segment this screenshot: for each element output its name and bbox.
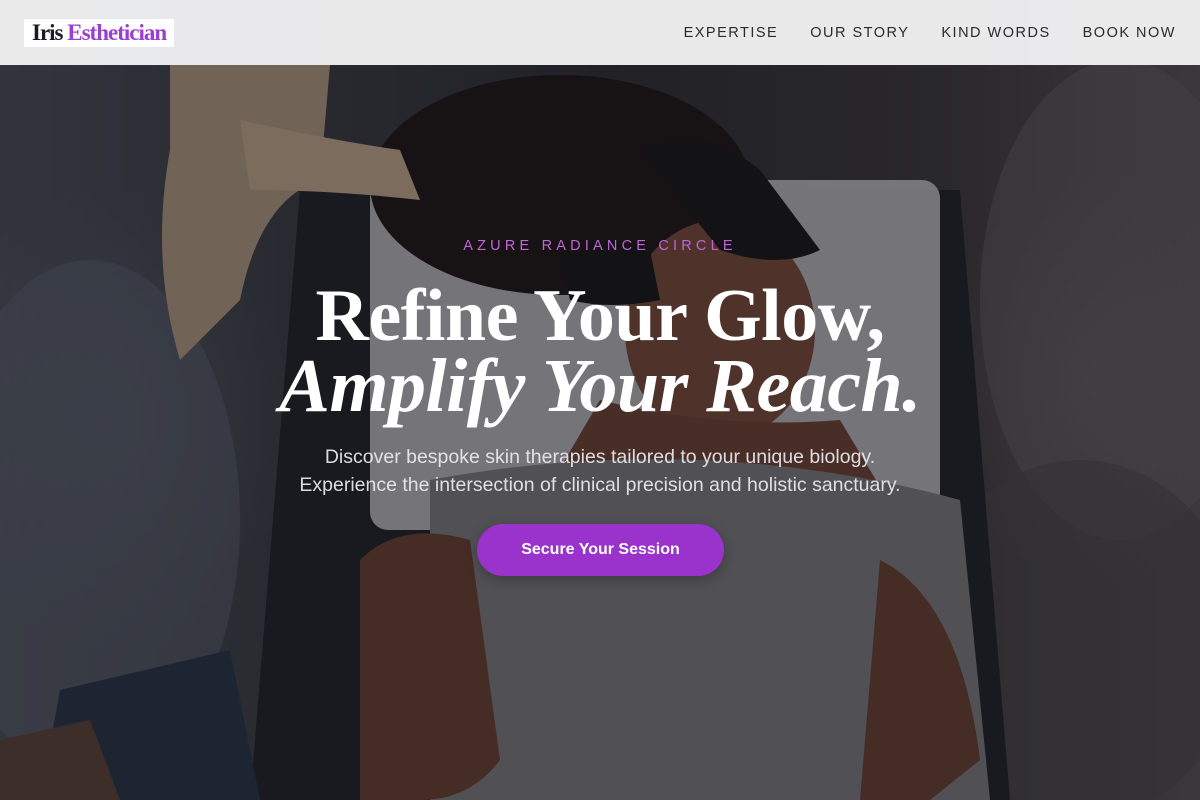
hero-description: Discover bespoke skin therapies tailored…: [0, 443, 1200, 499]
secure-session-button[interactable]: Secure Your Session: [477, 524, 724, 576]
hero-description-line1: Discover bespoke skin therapies tailored…: [324, 446, 876, 468]
nav-item-book-now[interactable]: BOOK NOW: [1083, 25, 1176, 41]
nav-item-expertise[interactable]: EXPERTISE: [684, 25, 779, 41]
brand-name-part1: Iris: [32, 19, 63, 45]
site-header: Iris Esthetician EXPERTISE OUR STORY KIN…: [0, 0, 1200, 65]
hero-content: AZURE RADIANCE CIRCLE Refine Your Glow, …: [0, 0, 1200, 800]
brand-logo[interactable]: Iris Esthetician: [24, 18, 175, 47]
nav-item-kind-words[interactable]: KIND WORDS: [941, 25, 1050, 41]
hero-eyebrow: AZURE RADIANCE CIRCLE: [463, 238, 737, 254]
hero-description-line2: Experience the intersection of clinical …: [299, 474, 901, 496]
main-nav: EXPERTISE OUR STORY KIND WORDS BOOK NOW: [684, 25, 1176, 41]
nav-item-our-story[interactable]: OUR STORY: [810, 25, 909, 41]
hero-headline-line2: Amplify Your Reach.: [279, 344, 921, 428]
brand-name-part2: Esthetician: [67, 19, 167, 45]
